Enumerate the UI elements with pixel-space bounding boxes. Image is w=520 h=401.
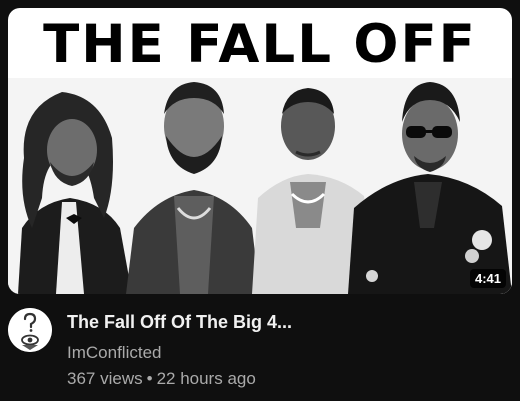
thumbnail-photo bbox=[8, 78, 512, 294]
channel-avatar[interactable] bbox=[8, 308, 52, 352]
duration-badge: 4:41 bbox=[469, 269, 506, 288]
thumbnail-headline: THE FALL OFF bbox=[43, 14, 477, 75]
video-details: The Fall Off Of The Big 4... ImConflicte… bbox=[67, 310, 507, 390]
question-mark-eye-icon bbox=[8, 308, 52, 352]
upload-age: 22 hours ago bbox=[156, 369, 256, 388]
dot-separator: • bbox=[146, 369, 153, 388]
channel-name[interactable]: ImConflicted bbox=[67, 342, 161, 364]
view-count: 367 views bbox=[67, 369, 143, 388]
video-thumbnail[interactable]: THE FALL OFF 4:41 bbox=[8, 8, 512, 294]
video-title[interactable]: The Fall Off Of The Big 4... bbox=[67, 310, 507, 334]
video-stats: 367 views • 22 hours ago bbox=[67, 368, 507, 390]
video-card[interactable]: THE FALL OFF 4:41 The Fall Off Of The Bi… bbox=[0, 0, 520, 401]
